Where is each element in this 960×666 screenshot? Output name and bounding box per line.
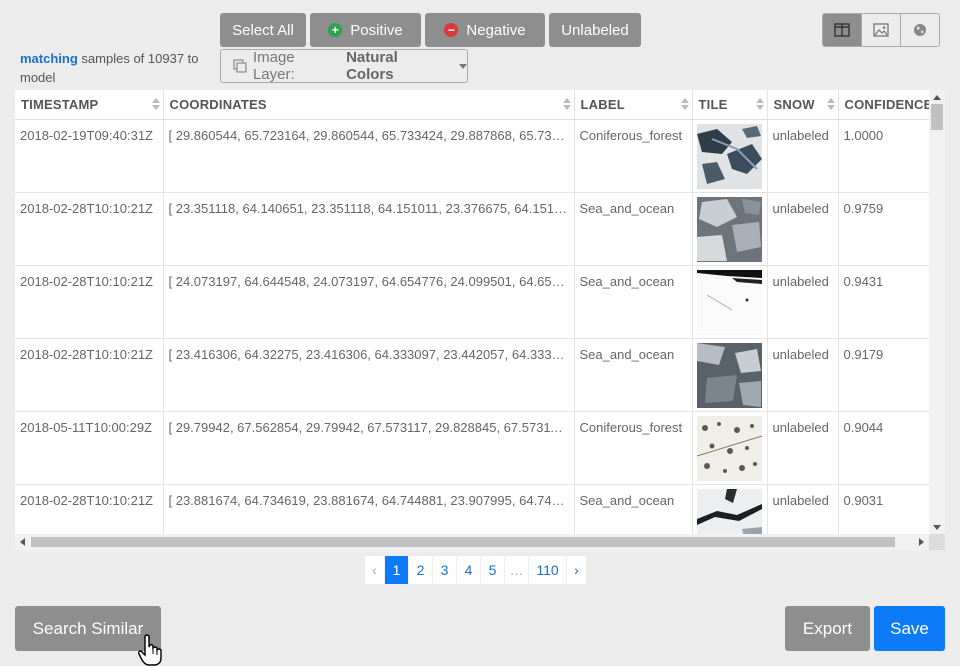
scroll-down-arrow-icon[interactable] [933, 525, 941, 530]
column-header-coordinates[interactable]: COORDINATES [163, 90, 575, 120]
column-header-snow[interactable]: SNOW [767, 90, 839, 120]
image-view-button[interactable] [861, 14, 900, 46]
vertical-scroll-thumb[interactable] [931, 104, 943, 130]
cell-confidence: 0.9431 [838, 265, 930, 339]
cell-coordinates: [ 29.79942, 67.562854, 29.79942, 67.5731… [163, 411, 575, 485]
samples-table-container: TIMESTAMP COORDINATES LABEL TILE SNOW CO… [15, 90, 945, 550]
samples-table: TIMESTAMP COORDINATES LABEL TILE SNOW CO… [15, 90, 930, 550]
image-layer-value: Natural Colors [346, 49, 398, 83]
globe-view-button[interactable] [900, 14, 939, 46]
chevron-down-icon [459, 63, 467, 69]
cell-timestamp: 2018-02-28T10:10:21Z [15, 265, 164, 339]
cell-label: Sea_and_ocean [574, 338, 693, 412]
tile-thumbnail[interactable] [696, 270, 762, 335]
table-row[interactable]: 2018-02-28T10:10:21Z [ 23.351118, 64.140… [15, 192, 930, 266]
cell-timestamp: 2018-02-19T09:40:31Z [15, 119, 164, 193]
matching-highlight: matching [20, 51, 78, 66]
cell-snow: unlabeled [767, 192, 839, 266]
scroll-left-arrow-icon[interactable] [20, 538, 25, 546]
cell-tile [692, 411, 768, 485]
table-row[interactable]: 2018-02-28T10:10:21Z [ 23.416306, 64.322… [15, 338, 930, 412]
table-row[interactable]: 2018-02-28T10:10:21Z [ 24.073197, 64.644… [15, 265, 930, 339]
sort-icon [827, 98, 834, 110]
cell-timestamp: 2018-02-28T10:10:21Z [15, 192, 164, 266]
pagination-prev[interactable]: ‹ [365, 556, 385, 584]
pagination-page[interactable]: 3 [433, 556, 457, 584]
cell-confidence: 0.9044 [838, 411, 930, 485]
select-all-button[interactable]: Select All [220, 13, 306, 47]
column-header-tile[interactable]: TILE [692, 90, 768, 120]
vertical-scrollbar[interactable] [929, 90, 945, 534]
pagination-page[interactable]: 4 [457, 556, 481, 584]
table-row[interactable]: 2018-05-11T10:00:29Z [ 29.79942, 67.5628… [15, 411, 930, 485]
image-layer-prefix: Image Layer: [252, 49, 295, 83]
table-view-button[interactable] [823, 14, 861, 46]
cell-snow: unlabeled [767, 265, 839, 339]
cell-confidence: 1.0000 [838, 119, 930, 193]
minus-icon: − [444, 23, 459, 37]
unlabeled-button[interactable]: Unlabeled [549, 13, 641, 47]
table-row[interactable]: 2018-02-19T09:40:31Z [ 29.860544, 65.723… [15, 119, 930, 193]
cell-coordinates: [ 23.416306, 64.32275, 23.416306, 64.333… [163, 338, 575, 412]
pagination-next[interactable]: › [567, 556, 587, 584]
sort-icon [563, 98, 570, 110]
view-toggle-group [822, 13, 940, 47]
layers-icon [233, 59, 247, 73]
cell-snow: unlabeled [767, 411, 839, 485]
plus-icon: + [328, 23, 343, 37]
table-view-icon [834, 23, 850, 37]
negative-button[interactable]: − Negative [425, 13, 545, 47]
cell-tile [692, 265, 768, 339]
pagination: ‹ 1 2 3 4 5 … 110 › [365, 556, 587, 584]
column-header-timestamp[interactable]: TIMESTAMP [15, 90, 164, 120]
tile-thumbnail[interactable] [696, 124, 762, 189]
tile-thumbnail[interactable] [696, 197, 762, 262]
cell-label: Coniferous_forest [574, 119, 693, 193]
pagination-page[interactable]: 2 [409, 556, 433, 584]
save-button[interactable]: Save [874, 606, 945, 651]
tile-thumbnail[interactable] [696, 343, 762, 408]
negative-label: Negative [466, 21, 526, 39]
sort-icon [681, 98, 688, 110]
cell-tile [692, 338, 768, 412]
cell-label: Sea_and_ocean [574, 192, 693, 266]
cell-timestamp: 2018-05-11T10:00:29Z [15, 411, 164, 485]
pagination-ellipsis: … [505, 556, 529, 584]
scroll-right-arrow-icon[interactable] [919, 538, 924, 546]
cell-tile [692, 192, 768, 266]
positive-label: Positive [350, 21, 403, 39]
cell-snow: unlabeled [767, 119, 839, 193]
table-header-row: TIMESTAMP COORDINATES LABEL TILE SNOW CO… [15, 90, 930, 120]
cell-snow: unlabeled [767, 338, 839, 412]
column-header-confidence[interactable]: CONFIDENCE [838, 90, 930, 120]
export-button[interactable]: Export [785, 606, 870, 651]
cell-label: Coniferous_forest [574, 411, 693, 485]
horizontal-scroll-thumb[interactable] [31, 537, 895, 547]
scroll-up-arrow-icon[interactable] [933, 95, 941, 100]
cell-tile [692, 119, 768, 193]
hand-cursor-icon [138, 634, 162, 666]
sort-icon [152, 98, 159, 110]
image-view-icon [873, 23, 889, 37]
cell-confidence: 0.9759 [838, 192, 930, 266]
cell-coordinates: [ 23.351118, 64.140651, 23.351118, 64.15… [163, 192, 575, 266]
cell-coordinates: [ 29.860544, 65.723164, 29.860544, 65.73… [163, 119, 575, 193]
tile-thumbnail[interactable] [696, 416, 762, 481]
cell-confidence: 0.9179 [838, 338, 930, 412]
pagination-page[interactable]: 5 [481, 556, 505, 584]
image-layer-dropdown[interactable]: Image Layer: Natural Colors [220, 49, 468, 83]
horizontal-scrollbar[interactable] [15, 534, 929, 550]
pagination-page[interactable]: 110 [529, 556, 567, 584]
positive-button[interactable]: + Positive [310, 13, 421, 47]
column-header-label[interactable]: LABEL [574, 90, 693, 120]
match-summary: matching samples of 10937 to model [20, 49, 215, 87]
scrollbar-corner [929, 534, 945, 550]
pagination-page[interactable]: 1 [385, 556, 409, 584]
cell-label: Sea_and_ocean [574, 265, 693, 339]
cell-timestamp: 2018-02-28T10:10:21Z [15, 338, 164, 412]
cell-coordinates: [ 24.073197, 64.644548, 24.073197, 64.65… [163, 265, 575, 339]
sort-icon [756, 98, 763, 110]
globe-view-icon [914, 24, 926, 36]
